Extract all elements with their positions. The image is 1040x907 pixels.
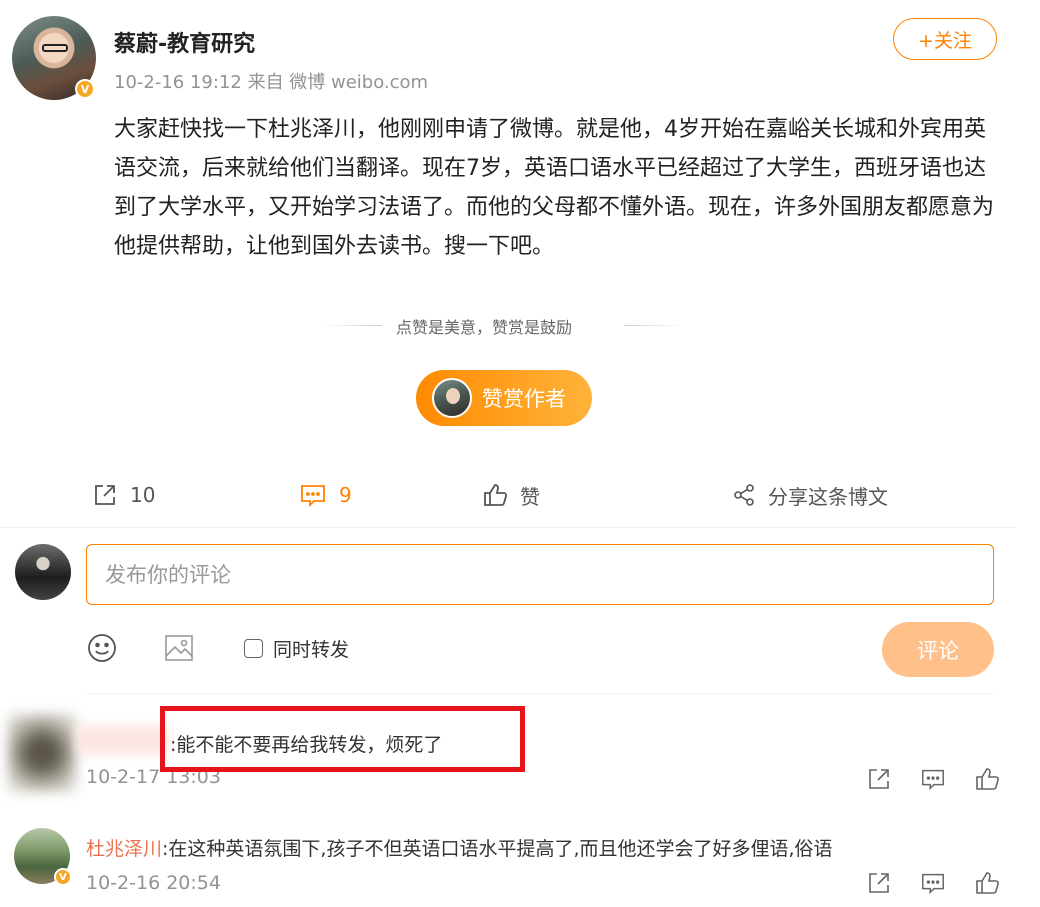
comment-time: 10-2-16 20:54 [86,872,221,894]
like-label: 赞 [520,484,540,509]
comment-actions [866,870,1000,896]
comment-line: 杜兆泽川:在这种英语氛围下,孩子不但英语口语水平提高了,而且他还学会了好多俚语,… [86,834,833,861]
commenter-name-link[interactable]: 杜兆泽川 [86,838,162,860]
divider-left [322,325,382,326]
repost-icon[interactable] [866,766,892,792]
repost-checkbox-label: 同时转发 [273,639,350,661]
post-meta: 10-2-16 19:12 来自 微博 weibo.com [114,72,429,93]
share-icon [734,484,754,506]
share-label: 分享这条博文 [768,484,888,509]
reward-tip: 点赞是美意，赞赏是鼓励 [396,318,573,337]
reward-author-button[interactable]: 赞赏作者 [416,370,592,426]
reply-icon[interactable] [920,870,946,896]
repost-icon[interactable] [866,870,892,896]
my-avatar [15,544,71,600]
reply-icon[interactable] [920,766,946,792]
post-body: 大家赶快找一下杜兆泽川，他刚刚申请了微博。就是他，4岁开始在嘉峪关长城和外宾用英… [114,117,995,259]
share-action[interactable]: 分享这条博文 [732,478,888,512]
composer-divider [86,693,994,694]
repost-count: 10 [130,483,156,507]
reward-button-label: 赞赏作者 [482,387,566,411]
image-icon[interactable] [163,632,195,664]
follow-button[interactable]: +关注 [893,18,997,60]
comment-icon [301,485,325,508]
thumbs-up-icon[interactable] [974,870,1000,896]
comment-count: 9 [339,483,352,507]
repost-checkbox[interactable]: 同时转发 [244,635,349,662]
like-action[interactable]: 赞 [482,478,540,512]
emoji-icon[interactable] [86,632,118,664]
commenter-avatar[interactable] [8,714,76,792]
submit-comment-button[interactable]: 评论 [882,622,994,677]
comment-actions [866,766,1000,792]
commenter-name-redacted [78,726,168,754]
author-name[interactable]: 蔡蔚-教育研究 [114,26,255,58]
verified-badge-icon: V [75,79,95,99]
comment-input[interactable] [86,544,994,605]
thumbs-up-icon [484,484,508,506]
verified-badge-icon: V [54,868,72,886]
section-divider [0,527,1016,528]
author-mini-avatar [432,378,472,418]
highlight-box [160,706,525,772]
comment-action[interactable]: 9 [299,478,352,512]
checkbox-box[interactable] [244,639,263,658]
comment-text: :在这种英语氛围下,孩子不但英语口语水平提高了,而且他还学会了好多俚语,俗语 [162,838,833,860]
divider-right [624,325,684,326]
thumbs-up-icon[interactable] [974,766,1000,792]
repost-action[interactable]: 10 [92,478,155,512]
repost-icon [95,485,115,505]
